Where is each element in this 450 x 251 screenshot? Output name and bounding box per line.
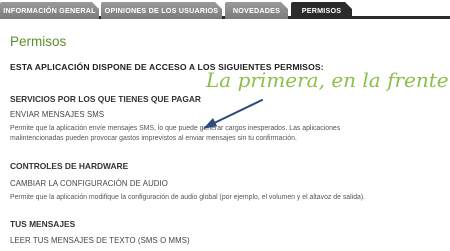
annotation-arrow-icon <box>203 99 263 129</box>
